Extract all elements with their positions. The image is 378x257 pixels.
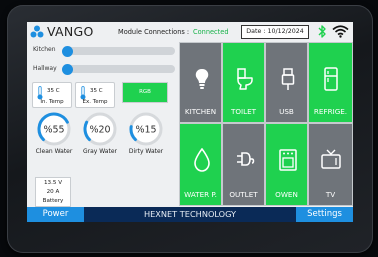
date-display: Date : 10/12/2024 [241, 25, 309, 39]
battery-current: 20 A [46, 188, 60, 195]
tile-water-pump[interactable]: WATER P. [179, 123, 222, 206]
gauge-value: %55 [43, 125, 64, 136]
power-button[interactable]: Power [27, 207, 84, 222]
footer-title: HEXNET TECHNOLOGY [143, 209, 237, 219]
tile-label: WATER P. [184, 190, 217, 199]
brand-logo-icon [30, 25, 44, 38]
slider-knob[interactable] [62, 63, 73, 75]
screen: VANGO Module Connections : Connected Dat… [27, 22, 353, 222]
gray-water-label: Gray Water [83, 148, 117, 155]
wifi-icon[interactable] [332, 25, 349, 38]
tile-usb[interactable]: USB [265, 42, 308, 123]
tile-label: REFRIGE. [313, 107, 348, 116]
battery-label: Battery [42, 197, 64, 204]
outlet-icon [237, 152, 255, 166]
hallway-dimmer-slider[interactable] [62, 63, 175, 75]
oven-icon [279, 149, 297, 171]
tile-label: OWEN [275, 190, 298, 199]
gray-water-gauge: %20 [83, 112, 117, 146]
clean-water-gauge: %55 [37, 112, 71, 146]
usb-icon [281, 68, 295, 90]
inside-temp-card: 35 C In. Temp [32, 82, 72, 108]
connections-label: Module Connections : [118, 28, 190, 36]
thermometer-icon [80, 86, 86, 100]
slider-knob[interactable] [62, 45, 73, 57]
connections-status: Connected [193, 28, 229, 36]
settings-button[interactable]: Settings [296, 207, 353, 222]
toilet-icon [237, 68, 253, 90]
gauge-value: %20 [89, 125, 110, 136]
battery-card: 13.5 V 20 A Battery [35, 177, 71, 207]
slider-label-hallway: Hallway [33, 65, 57, 72]
tile-label: TOILET [230, 107, 257, 116]
tile-label: KITCHEN [184, 107, 217, 116]
brand-name: VANGO [47, 24, 94, 39]
inside-temp-label: In. Temp [40, 99, 64, 105]
dirty-water-label: Dirty Water [128, 148, 164, 155]
battery-voltage: 13.5 V [43, 180, 63, 186]
water-drop-icon [194, 148, 210, 172]
kitchen-dimmer-slider[interactable] [62, 45, 175, 57]
tile-label: USB [279, 107, 294, 116]
tile-label: OUTLET [229, 190, 258, 199]
tile-tv[interactable]: TV [308, 123, 353, 206]
tile-kitchen[interactable]: KITCHEN [179, 42, 222, 123]
thermometer-icon [37, 86, 43, 100]
tile-refrigerator[interactable]: REFRIGE. [308, 42, 353, 123]
gauge-value: %15 [135, 125, 156, 136]
bulb-icon [195, 69, 209, 89]
tile-toilet[interactable]: TOILET [222, 42, 265, 123]
tile-oven[interactable]: OWEN [265, 123, 308, 206]
header-bar: VANGO Module Connections : Connected Dat… [27, 22, 353, 42]
exterior-temp-label: Ex. Temp [82, 99, 108, 105]
tile-outlet[interactable]: OUTLET [222, 123, 265, 206]
clean-water-label: Clean Water [35, 148, 73, 155]
slider-label-kitchen: Kitchen [33, 46, 56, 53]
inside-temp-value: 35 C [47, 88, 60, 94]
exterior-temp-value: 35 C [90, 88, 103, 94]
exterior-temp-card: 35 C Ex. Temp [75, 82, 115, 108]
rgb-button[interactable]: RGB [122, 82, 168, 103]
tile-label: TV [325, 190, 336, 199]
bluetooth-icon[interactable] [317, 24, 327, 39]
fridge-icon [324, 67, 338, 91]
dirty-water-gauge: %15 [129, 112, 163, 146]
load-switch-grid: KITCHEN TOILET USB REFRIGE. WATER P. OUT… [179, 42, 353, 206]
footer-bar: Power HEXNET TECHNOLOGY Settings [27, 207, 353, 222]
tv-icon [321, 149, 341, 169]
